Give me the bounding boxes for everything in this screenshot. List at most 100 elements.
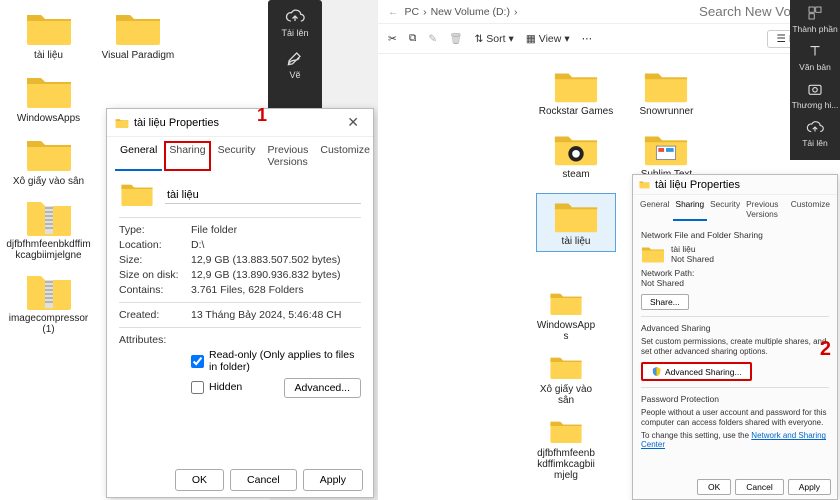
advanced-sharing-heading: Advanced Sharing <box>641 323 829 333</box>
folder-item[interactable]: steam <box>537 131 615 180</box>
properties-dialog-sharing: tài liệu Properties General Sharing Secu… <box>632 174 838 500</box>
tab-sharing[interactable]: Sharing <box>673 197 708 221</box>
location-label: Location: <box>119 239 191 251</box>
location-value: D:\ <box>191 239 361 251</box>
tab-security[interactable]: Security <box>213 141 261 171</box>
tab-security[interactable]: Security <box>707 197 743 221</box>
text-item[interactable]: Văn bản <box>790 42 840 72</box>
tab-customize[interactable]: Customize <box>315 141 375 171</box>
dark-sidebar-left: Tải lên Vẽ <box>268 0 322 120</box>
close-button[interactable]: ✕ <box>341 112 365 133</box>
folder-item[interactable]: Rockstar Games <box>537 68 615 117</box>
draw-item[interactable]: Vẽ <box>268 48 322 80</box>
zip-icon <box>24 197 74 237</box>
size-on-disk-value: 12,9 GB (13.890.936.832 bytes) <box>191 269 361 281</box>
rename-icon[interactable]: ✎ <box>428 33 437 45</box>
share-status: Not Shared <box>671 254 714 264</box>
tab-customize[interactable]: Customize <box>788 197 833 221</box>
folder-icon <box>24 8 74 48</box>
change-setting-text: To change this setting, use the Network … <box>641 431 829 449</box>
folder-label: WindowsApps <box>6 113 91 124</box>
ok-button[interactable]: OK <box>175 469 224 491</box>
cloud-upload-icon <box>285 6 305 26</box>
view-button[interactable]: ▦ View ▾ <box>526 33 570 45</box>
folder-label: djfbfhmfeenbkdffimkcagbiimjelgne <box>6 239 91 261</box>
folder-item[interactable]: Visual Paradigm <box>95 8 180 61</box>
sort-button[interactable]: ⇅ Sort ▾ <box>474 33 513 45</box>
ok-button[interactable]: OK <box>697 479 731 495</box>
folder-icon <box>24 134 74 174</box>
tab-sharing[interactable]: Sharing <box>164 141 210 171</box>
folder-icon <box>113 8 163 48</box>
folder-icon <box>553 198 599 234</box>
breadcrumb-pc[interactable]: PC <box>405 6 420 18</box>
type-label: Type: <box>119 224 191 236</box>
chevron-down-icon: ▾ <box>509 33 514 45</box>
tab-general[interactable]: General <box>115 141 162 171</box>
size-value: 12,9 GB (13.883.507.502 bytes) <box>191 254 361 266</box>
advanced-button[interactable]: Advanced... <box>284 378 361 398</box>
delete-icon[interactable]: 🗑 <box>449 32 462 45</box>
zip-item[interactable]: djfbfhmfeenbkdffimkcagbiimjelgne <box>6 197 91 261</box>
folder-item[interactable]: Xô giấy vào sân <box>6 134 91 187</box>
folder-name-input[interactable] <box>165 187 361 204</box>
zip-item[interactable]: imagecompressor (1) <box>6 271 91 335</box>
folder-item[interactable]: WindowsApps <box>536 288 596 342</box>
cut-icon[interactable]: ✂ <box>388 33 397 45</box>
breadcrumb[interactable]: PC › New Volume (D:) › <box>405 6 518 18</box>
component-item[interactable]: Thành phần <box>790 4 840 34</box>
tab-previous-versions[interactable]: Previous Versions <box>743 197 788 221</box>
dialog-body: Network File and Folder Sharing tài liệu… <box>633 221 837 455</box>
zip-icon <box>24 271 74 311</box>
draw-icon <box>285 48 305 68</box>
folder-item[interactable]: tài liệu <box>6 8 91 61</box>
hidden-checkbox[interactable] <box>191 381 204 394</box>
properties-dialog: 1 tài liệu Properties ✕ General Sharing … <box>106 108 374 498</box>
chevron-right-icon: › <box>423 6 427 18</box>
cloud-upload-icon <box>806 118 824 136</box>
created-label: Created: <box>119 309 191 321</box>
address-bar: ← PC › New Volume (D:) › <box>378 0 840 24</box>
folder-label: Visual Paradigm <box>95 50 180 61</box>
upload-item[interactable]: Tải lên <box>268 6 322 38</box>
advanced-sharing-button[interactable]: Advanced Sharing... <box>641 362 752 381</box>
network-path-value: Not Shared <box>641 278 829 288</box>
contains-value: 3.761 Files, 628 Folders <box>191 284 361 296</box>
copy-icon[interactable]: ⧉ <box>409 32 417 45</box>
annotation-marker-2: 2 <box>820 338 831 361</box>
tab-general[interactable]: General <box>637 197 673 221</box>
folder-icon <box>115 117 129 129</box>
more-icon[interactable]: ⋯ <box>582 33 593 45</box>
image-item[interactable]: Thương hi... <box>790 80 840 110</box>
folder-item[interactable]: Xô giấy vào sân <box>536 352 596 406</box>
breadcrumb-volume[interactable]: New Volume (D:) <box>431 6 510 18</box>
tab-previous-versions[interactable]: Previous Versions <box>263 141 314 171</box>
folder-item[interactable]: WindowsApps <box>6 71 91 124</box>
chevron-right-icon: › <box>514 6 518 18</box>
folder-icon <box>639 180 650 189</box>
folder-item[interactable]: Snowrunner <box>627 68 705 117</box>
cancel-button[interactable]: Cancel <box>735 479 783 495</box>
folder-label: Xô giấy vào sân <box>6 176 91 187</box>
chevron-down-icon: ▾ <box>564 33 569 45</box>
share-button[interactable]: Share... <box>641 294 689 310</box>
tabs: General Sharing Security Previous Versio… <box>633 195 837 221</box>
hidden-label: Hidden <box>209 381 242 393</box>
folder-icon <box>548 352 584 382</box>
dialog-body: Type:File folder Location:D:\ Size:12,9 … <box>107 171 373 409</box>
upload-item[interactable]: Tải lên <box>790 118 840 148</box>
nav-back-icon[interactable]: ← <box>388 6 399 18</box>
text-icon <box>806 42 824 60</box>
folder-item[interactable]: Sublim Text <box>627 131 705 180</box>
component-icon <box>806 4 824 22</box>
apply-button[interactable]: Apply <box>303 469 363 491</box>
apply-button[interactable]: Apply <box>788 479 831 495</box>
folder-steam-icon <box>553 131 599 167</box>
dark-sidebar-right: Thành phần Văn bản Thương hi... Tải lên <box>790 0 840 160</box>
folder-item-selected[interactable]: tài liệu <box>537 194 615 251</box>
folder-item[interactable]: djfbfhmfeenbkdffimkcagbiimjelg <box>536 416 596 481</box>
readonly-checkbox[interactable] <box>191 355 204 368</box>
cancel-button[interactable]: Cancel <box>230 469 297 491</box>
folder-icon <box>548 288 584 318</box>
dialog-titlebar: tài liệu Properties ✕ <box>107 109 373 137</box>
